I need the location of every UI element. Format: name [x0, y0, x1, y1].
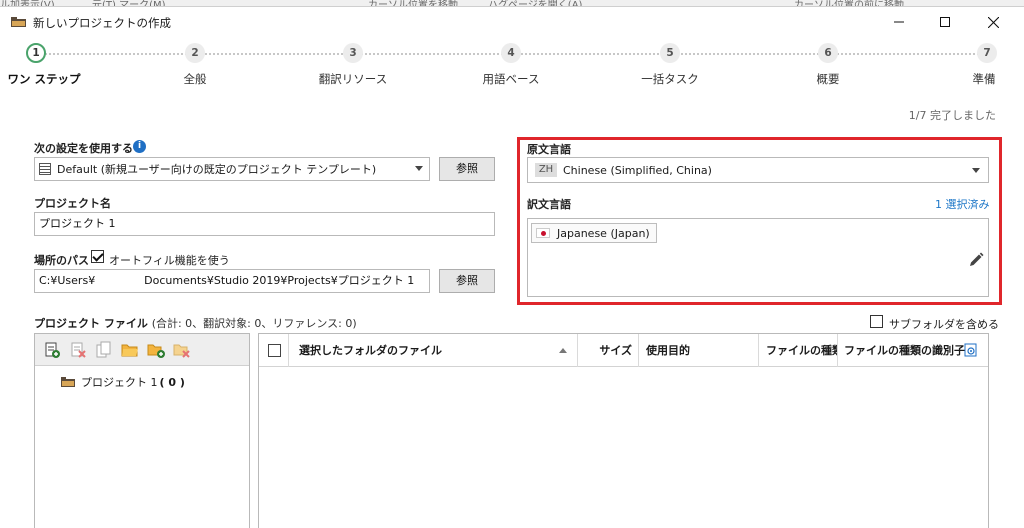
- project-folder-icon: [11, 17, 26, 27]
- jp-flag-icon: [536, 228, 550, 238]
- source-language-label: 原文言語: [527, 143, 571, 156]
- template-icon: [39, 163, 51, 175]
- add-files-icon[interactable]: [43, 341, 61, 359]
- step-7[interactable]: 7 準備: [937, 43, 1024, 87]
- project-name-label: プロジェクト名: [34, 197, 111, 210]
- remove-files-icon[interactable]: [69, 341, 87, 359]
- step-number: 3: [343, 43, 363, 63]
- step-number: 5: [660, 43, 680, 63]
- minimize-icon: [894, 21, 904, 23]
- target-language-box[interactable]: Japanese (Japan): [527, 218, 989, 297]
- autofill-checkbox[interactable]: [91, 250, 104, 263]
- table-header: 選択したフォルダのファイル サイズ 使用目的 ファイルの種類 ファイルの種類の識…: [259, 334, 988, 367]
- column-chooser-icon[interactable]: [964, 343, 978, 357]
- step-number: 7: [977, 43, 997, 63]
- step-4[interactable]: 4 用語ベース: [461, 43, 561, 87]
- maximize-icon: [940, 17, 950, 27]
- select-all-checkbox[interactable]: [268, 344, 281, 357]
- step-6[interactable]: 6 概要: [778, 43, 878, 87]
- progress-status: 1/7 完了しました: [908, 109, 996, 122]
- chevron-down-icon: [415, 166, 423, 171]
- settings-label: 次の設定を使用する: [34, 142, 133, 155]
- window-title: 新しいプロジェクトの作成: [33, 16, 171, 30]
- step-label: 全般: [183, 72, 207, 86]
- step-number: 6: [818, 43, 838, 63]
- step-label: 一括タスク: [641, 72, 699, 86]
- target-language-label: 訳文言語: [527, 198, 571, 211]
- close-button[interactable]: [970, 9, 1016, 35]
- maximize-button[interactable]: [922, 9, 968, 35]
- step-label: 翻訳リソース: [318, 72, 388, 86]
- minimize-button[interactable]: [876, 9, 922, 35]
- step-label: ワン ステップ: [7, 72, 81, 86]
- tree-item-label: プロジェクト 1: [81, 376, 158, 389]
- target-language-chip[interactable]: Japanese (Japan): [531, 223, 657, 243]
- project-files-stats: (合計: 0、翻訳対象: 0、リファレンス: 0): [151, 317, 357, 330]
- step-5[interactable]: 5 一括タスク: [620, 43, 720, 87]
- pencil-icon[interactable]: [968, 252, 984, 268]
- location-browse-button[interactable]: 参照: [439, 269, 495, 293]
- autofill-label: オートフィル機能を使う: [109, 254, 230, 267]
- source-language-select[interactable]: ZH Chinese (Simplified, China): [527, 157, 989, 183]
- column-header-usage[interactable]: 使用目的: [639, 334, 759, 367]
- column-label: 選択したフォルダのファイル: [299, 344, 442, 357]
- step-label: 準備: [972, 72, 996, 86]
- location-label: 場所のパス: [34, 254, 89, 267]
- copy-files-icon[interactable]: [95, 341, 113, 359]
- wizard-stepper: 1 ワン ステップ 2 全般 3 翻訳リソース 4 用語ベース 5 一括タスク …: [0, 43, 1024, 93]
- step-2[interactable]: 2 全般: [145, 43, 245, 87]
- template-value: Default (新規ユーザー向けの既定のプロジェクト テンプレート): [57, 163, 377, 176]
- step-number: 2: [185, 43, 205, 63]
- column-header-size[interactable]: サイズ: [578, 334, 639, 367]
- new-project-dialog: 新しいプロジェクトの作成 1 ワン ステップ 2 全般 3 翻訳リソース 4 用…: [0, 6, 1024, 528]
- step-number: 1: [26, 43, 46, 63]
- project-files-label: プロジェクト ファイル (合計: 0、翻訳対象: 0、リファレンス: 0): [34, 315, 357, 331]
- sort-ascending-icon: [559, 348, 567, 353]
- project-files-title: プロジェクト ファイル: [34, 317, 148, 330]
- folder-tree-panel: プロジェクト 1 ( 0 ): [34, 333, 250, 528]
- step-label: 概要: [816, 72, 840, 86]
- open-folder-icon[interactable]: [121, 341, 139, 359]
- language-code-badge: ZH: [535, 163, 557, 177]
- subfolder-checkbox[interactable]: [870, 315, 883, 328]
- step-label: 用語ベース: [482, 72, 540, 86]
- add-folder-icon[interactable]: [147, 341, 165, 359]
- column-header-filetype[interactable]: ファイルの種類: [759, 334, 838, 367]
- step-1[interactable]: 1 ワン ステップ: [0, 43, 86, 87]
- files-table: 選択したフォルダのファイル サイズ 使用目的 ファイルの種類 ファイルの種類の識…: [258, 333, 989, 528]
- chevron-down-icon: [972, 168, 980, 173]
- header-select-all[interactable]: [259, 334, 289, 367]
- template-browse-button[interactable]: 参照: [439, 157, 495, 181]
- info-icon[interactable]: i: [133, 140, 146, 153]
- tree-item-count: ( 0 ): [159, 375, 185, 389]
- step-3[interactable]: 3 翻訳リソース: [303, 43, 403, 87]
- subfolder-label: サブフォルダを含める: [889, 318, 999, 331]
- source-language-value: Chinese (Simplified, China): [563, 164, 712, 177]
- remove-folder-icon[interactable]: [173, 341, 191, 359]
- target-language-name: Japanese (Japan): [557, 226, 650, 240]
- column-header-files[interactable]: 選択したフォルダのファイル: [289, 334, 578, 367]
- project-name-input[interactable]: プロジェクト 1: [34, 212, 495, 236]
- tree-toolbar: [35, 334, 249, 366]
- title-bar: 新しいプロジェクトの作成: [0, 7, 1024, 37]
- template-select[interactable]: Default (新規ユーザー向けの既定のプロジェクト テンプレート): [34, 157, 430, 181]
- location-path-input[interactable]: C:¥Users¥ Documents¥Studio 2019¥Projects…: [34, 269, 430, 293]
- step-number: 4: [501, 43, 521, 63]
- tree-item-project[interactable]: プロジェクト 1 ( 0 ): [61, 374, 185, 390]
- close-icon: [987, 16, 999, 28]
- project-folder-icon: [61, 377, 75, 387]
- selected-count-link[interactable]: 1 選択済み: [935, 196, 990, 212]
